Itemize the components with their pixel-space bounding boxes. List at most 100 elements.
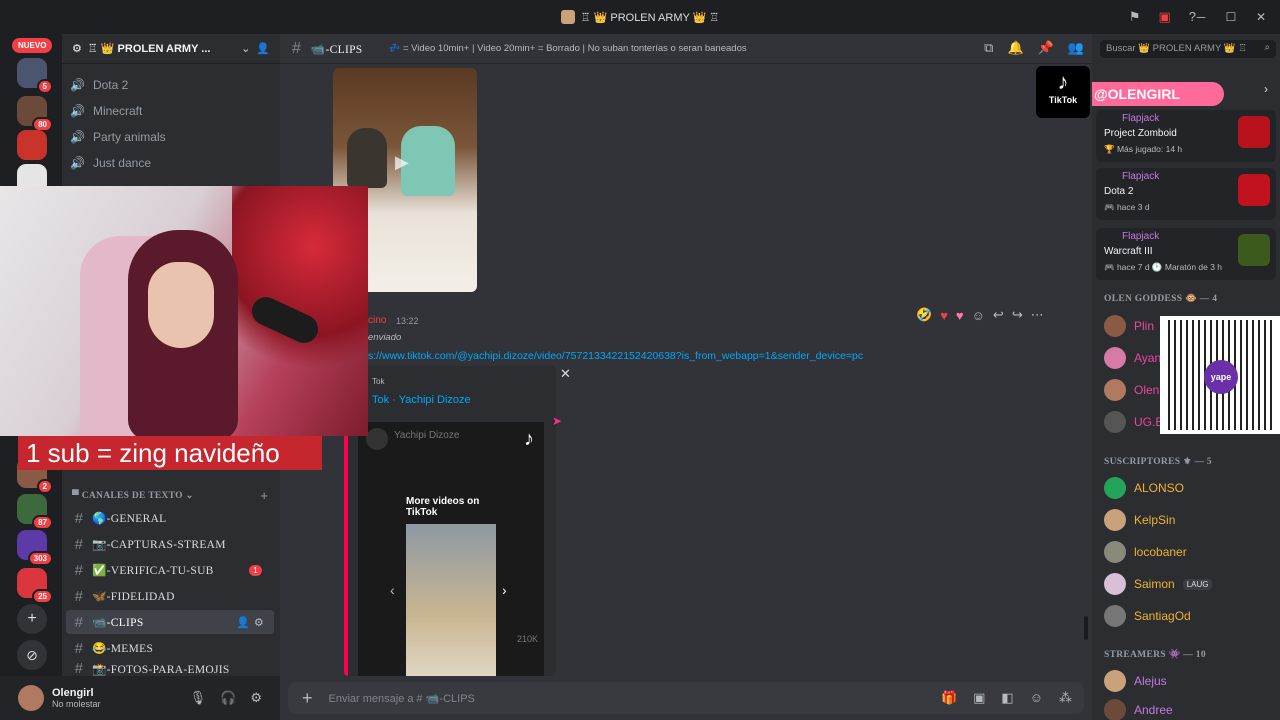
avatar bbox=[1104, 541, 1126, 563]
chevron-left-icon[interactable]: ‹ bbox=[390, 582, 395, 598]
minimize-button[interactable]: ─ bbox=[1188, 5, 1214, 29]
message-composer[interactable]: + Enviar mensaje a # 📹-CLIPS 🎁 ▣ ◧ ☺ ⁂ bbox=[288, 682, 1084, 714]
channel-settings-icon[interactable]: 👤 ⚙ bbox=[236, 616, 264, 629]
scrollbar[interactable] bbox=[1084, 616, 1088, 640]
discover-icon[interactable]: ⊘ bbox=[17, 640, 47, 670]
activity-game: Dota 2 bbox=[1104, 186, 1134, 197]
member-item[interactable]: Alejus bbox=[1104, 667, 1167, 695]
hash-icon: # bbox=[74, 661, 84, 676]
server-mention-count: 25 bbox=[32, 589, 53, 604]
member-item[interactable]: Saimon LAUG bbox=[1104, 570, 1213, 598]
member-item[interactable]: SantiagOd bbox=[1104, 602, 1191, 630]
activity-detail: 🎮 hace 7 d 🕐 Maratón de 3 h bbox=[1104, 262, 1223, 272]
headphones-icon[interactable]: 🎧 bbox=[220, 690, 236, 706]
channel-verifica[interactable]: # ✅-VERIFICA-TU-SUB 1 bbox=[66, 558, 274, 582]
member-item[interactable]: locobaner bbox=[1104, 538, 1187, 566]
channel-clips[interactable]: # 📹-CLIPS 👤 ⚙ bbox=[66, 610, 274, 634]
yape-qr-code: yape bbox=[1160, 316, 1280, 434]
server-icon-7[interactable]: 303 bbox=[17, 530, 53, 566]
sticker-icon[interactable]: ◧ bbox=[1001, 690, 1013, 706]
server-icon-dota[interactable] bbox=[17, 130, 47, 160]
composer-input[interactable]: Enviar mensaje a # 📹-CLIPS bbox=[329, 692, 475, 705]
heart-reaction-icon[interactable]: ♥ bbox=[940, 308, 948, 323]
activity-card[interactable]: Flapjack Project Zomboid 🏆 Más jugado: 1… bbox=[1096, 110, 1276, 162]
embed-title[interactable]: Tok · Yachipi Dizoze bbox=[372, 394, 471, 406]
message-link[interactable]: s://www.tiktok.com/@yachipi.dizoze/video… bbox=[368, 350, 863, 362]
more-icon[interactable]: ⋯ bbox=[1031, 307, 1044, 323]
activity-card[interactable]: Flapjack Warcraft III 🎮 hace 7 d 🕐 Marat… bbox=[1096, 228, 1276, 280]
chevron-right-icon[interactable]: › bbox=[502, 582, 507, 598]
server-icon-2[interactable]: 80 bbox=[17, 96, 53, 132]
voice-channel-label: Dota 2 bbox=[92, 78, 129, 92]
create-channel-icon[interactable]: + bbox=[260, 488, 268, 503]
gift-icon[interactable]: 🎁 bbox=[941, 690, 957, 706]
member-name: UG.E bbox=[1134, 415, 1164, 429]
voice-channel-dance[interactable]: 🔊 Just dance bbox=[70, 151, 151, 175]
pin-icon[interactable]: 📌 bbox=[1038, 40, 1054, 56]
message-author[interactable]: cino bbox=[368, 315, 386, 326]
activity-app: Flapjack bbox=[1122, 231, 1160, 242]
attach-icon[interactable]: + bbox=[302, 688, 313, 709]
gif-icon[interactable]: ▣ bbox=[973, 690, 985, 706]
avatar bbox=[1104, 477, 1126, 499]
voice-channel-dota[interactable]: 🔊 Dota 2 bbox=[70, 73, 128, 97]
activity-card[interactable]: Flapjack Dota 2 🎮 hace 3 d bbox=[1096, 168, 1276, 220]
emoji-icon[interactable]: ☺ bbox=[1030, 690, 1043, 706]
gear-icon[interactable]: ⚙ bbox=[250, 690, 262, 706]
video-card[interactable] bbox=[406, 524, 496, 676]
channel-memes[interactable]: # 😂-MEMES bbox=[66, 636, 274, 660]
member-item[interactable]: Plin bbox=[1104, 312, 1154, 340]
voice-channel-party[interactable]: 🔊 Party animals bbox=[70, 125, 166, 149]
add-member-icon[interactable]: 👤 bbox=[256, 42, 270, 55]
channel-fotos[interactable]: # 📸-FOTOS-PARA-EMOJIS bbox=[66, 661, 274, 676]
avatar bbox=[1104, 605, 1126, 627]
apps-icon[interactable]: ⁂ bbox=[1059, 690, 1072, 706]
member-name: Plin bbox=[1134, 319, 1155, 333]
server-mention-count: 5 bbox=[36, 79, 53, 94]
reply-icon[interactable]: ↩ bbox=[993, 307, 1004, 323]
chevron-right-icon[interactable]: › bbox=[1264, 82, 1268, 96]
laugh-reaction-icon[interactable]: 🤣 bbox=[916, 307, 932, 323]
microphone-icon[interactable]: 🎙 bbox=[190, 690, 207, 706]
member-item[interactable]: ALONSO bbox=[1104, 474, 1184, 502]
server-icon-8[interactable]: 25 bbox=[17, 568, 53, 604]
server-mention-count: 2 bbox=[36, 479, 53, 494]
server-icon-6[interactable]: 87 bbox=[17, 494, 53, 530]
member-item[interactable]: Andree bbox=[1104, 699, 1173, 720]
member-item[interactable]: Olen bbox=[1104, 376, 1159, 404]
threads-icon[interactable]: ⧉ bbox=[984, 40, 993, 56]
add-reaction-icon[interactable]: ☺ bbox=[972, 308, 985, 323]
server-icon-1[interactable]: 5 bbox=[17, 58, 53, 94]
game-art-icon bbox=[1238, 116, 1270, 148]
channel-fidelidad[interactable]: # 🦋-FIDELIDAD bbox=[66, 584, 274, 608]
bell-icon[interactable]: 🔔 bbox=[1007, 40, 1023, 56]
forward-icon[interactable]: ↪ bbox=[1012, 307, 1023, 323]
category-text-channels[interactable]: ▀ CANALES DE TEXTO ⌄ bbox=[72, 490, 194, 501]
person-figure bbox=[401, 126, 455, 196]
guild-header[interactable]: ⚙ ♖ 👑 PROLEN ARMY ... ⌄ 👤 bbox=[62, 34, 280, 64]
inbox-icon[interactable]: ⚑ bbox=[1129, 9, 1141, 25]
member-item[interactable]: Ayan bbox=[1104, 344, 1161, 372]
close-icon[interactable]: ✕ bbox=[560, 366, 571, 382]
channel-general[interactable]: # 🌎-GENERAL bbox=[66, 506, 274, 530]
pink-heart-reaction-icon[interactable]: ♥ bbox=[956, 308, 964, 323]
speaker-icon: 🔊 bbox=[70, 78, 85, 92]
search-input[interactable]: Buscar 👑 PROLEN ARMY 👑 ♖ ⌕ bbox=[1100, 40, 1276, 58]
add-server-icon[interactable]: + bbox=[17, 604, 47, 634]
avatar[interactable] bbox=[18, 685, 44, 711]
member-item[interactable]: KelpSin bbox=[1104, 506, 1175, 534]
member-item[interactable]: UG.E bbox=[1104, 408, 1163, 436]
members-icon[interactable]: 👥 bbox=[1068, 40, 1084, 56]
channel-capturas[interactable]: # 📷-CAPTURAS-STREAM bbox=[66, 532, 274, 556]
play-icon[interactable]: ▶ bbox=[395, 152, 409, 173]
close-button[interactable]: ✕ bbox=[1248, 5, 1274, 29]
channel-label: 😂-MEMES bbox=[92, 643, 154, 655]
maximize-button[interactable]: ☐ bbox=[1218, 5, 1244, 29]
channel-label: 🦋-FIDELIDAD bbox=[92, 591, 175, 603]
channel-topic[interactable]: 💤 = Video 10min+ | Video 20min+ = Borrad… bbox=[388, 43, 746, 54]
screen-icon[interactable]: ▣ bbox=[1158, 9, 1170, 25]
member-name: ALONSO bbox=[1134, 481, 1185, 495]
channel-header: # 📹-CLIPS 💤 = Video 10min+ | Video 20min… bbox=[280, 34, 1092, 64]
voice-channel-minecraft[interactable]: 🔊 Minecraft bbox=[70, 99, 142, 123]
tiktok-player[interactable]: Yachipi Dizoze ♪ More videos on TikTok ‹… bbox=[358, 422, 544, 676]
